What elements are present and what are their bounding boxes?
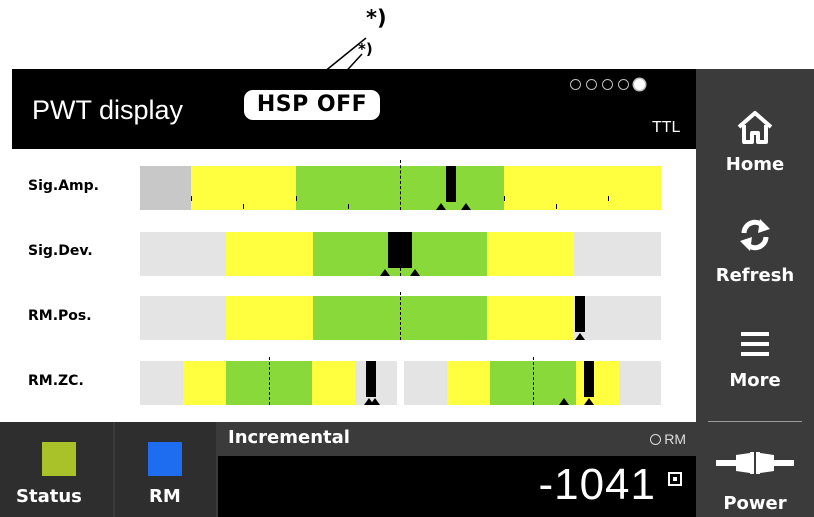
counter-value: -1041 [538,460,656,509]
status-label: Status [16,486,82,507]
marker-triangle [436,203,446,210]
marker-triangle [584,398,594,405]
bar-segment-yellow [226,232,313,276]
signal-mode-label: TTL [652,119,681,136]
page-dot [618,79,629,90]
bar-segment-gray [140,232,226,276]
bar-segment-gray [140,296,226,340]
row-label-rm-pos: RM.Pos. [28,308,92,324]
bar-segment-gray [574,232,661,276]
rm-pos-bar [140,292,661,340]
status-button[interactable]: Status [0,422,113,517]
sig-dev-bar [140,232,661,276]
value-marker [584,361,594,397]
home-button[interactable]: Home [696,69,814,189]
home-label: Home [725,154,785,175]
rm-zc-bar-left [140,357,397,405]
value-marker [575,296,585,332]
refresh-icon [740,219,770,251]
bar-segment-gray [574,296,661,340]
more-button[interactable]: More [696,314,814,414]
row-label-sig-amp: Sig.Amp. [28,178,99,194]
sig-amp-bar [140,160,661,210]
bar-segment-yellow [447,361,490,405]
bar-segment-gray [140,166,191,210]
marker-triangle [559,398,569,405]
marker-triangle [461,203,471,210]
incremental-header: Incremental RM [218,422,696,456]
bar-segment-gray [404,361,447,405]
counter-display: -1041 [218,456,696,517]
row-label-rm-zc: RM.ZC. [28,373,84,389]
value-marker [366,361,376,397]
bar-segment-gray [140,361,183,405]
bar-segment-yellow [183,361,226,405]
status-color-swatch [42,442,76,476]
incremental-label: Incremental [228,427,350,448]
rm-color-swatch [148,442,182,476]
rm-indicator-label: RM [664,431,686,447]
power-label: Power [723,493,787,514]
scale-tick [296,196,297,201]
refresh-label: Refresh [715,265,795,286]
home-icon [737,111,773,144]
scale-tick [608,196,609,201]
center-tick [533,357,534,405]
menu-icon [741,332,769,356]
center-tick [269,357,270,405]
bar-segment-gray [619,361,661,405]
value-marker [446,166,456,202]
page-dot [602,79,613,90]
rm-label: RM [149,486,181,507]
rm-zc-bar-right [404,357,661,405]
header-bar: PWT display HSP OFF TTL [12,69,696,149]
rm-indicator-circle-icon [650,434,662,445]
marker-triangle [370,398,380,405]
bottom-bar: Status RM Incremental RM -1041 [0,422,696,517]
page-dot [570,79,581,90]
marker-triangle [380,269,390,276]
scale-tick [504,196,505,201]
hsp-status-badge: HSP OFF [244,90,380,120]
center-tick [400,292,401,340]
sidebar-divider [708,421,802,422]
page-title: PWT display [32,95,184,125]
bar-segment-yellow [487,296,574,340]
scale-tick [348,204,349,209]
marker-triangle [575,333,585,340]
power-connector-icon [716,452,794,474]
bar-segment-yellow [504,166,661,210]
bar-segment-yellow [226,296,313,340]
more-label: More [729,370,781,391]
scale-tick [556,204,557,209]
marker-triangle [410,269,420,276]
footnote-marker-top: *) [366,6,387,30]
bar-segment-yellow [312,361,355,405]
scale-tick [191,196,192,201]
row-label-sig-dev: Sig.Dev. [28,243,93,259]
value-marker [388,232,412,268]
page-dot-active [634,79,645,90]
center-tick [400,160,401,210]
rm-button[interactable]: RM [115,422,216,517]
scale-tick [243,204,244,209]
bar-segment-yellow [487,232,574,276]
power-button[interactable]: Power [696,429,814,517]
sidebar: Home Refresh More Power [696,69,814,517]
bar-segment-yellow [576,361,619,405]
rm-indicator: RM [650,431,686,447]
refresh-button[interactable]: Refresh [696,199,814,299]
page-dot [586,79,597,90]
unit-square-icon [668,472,682,486]
